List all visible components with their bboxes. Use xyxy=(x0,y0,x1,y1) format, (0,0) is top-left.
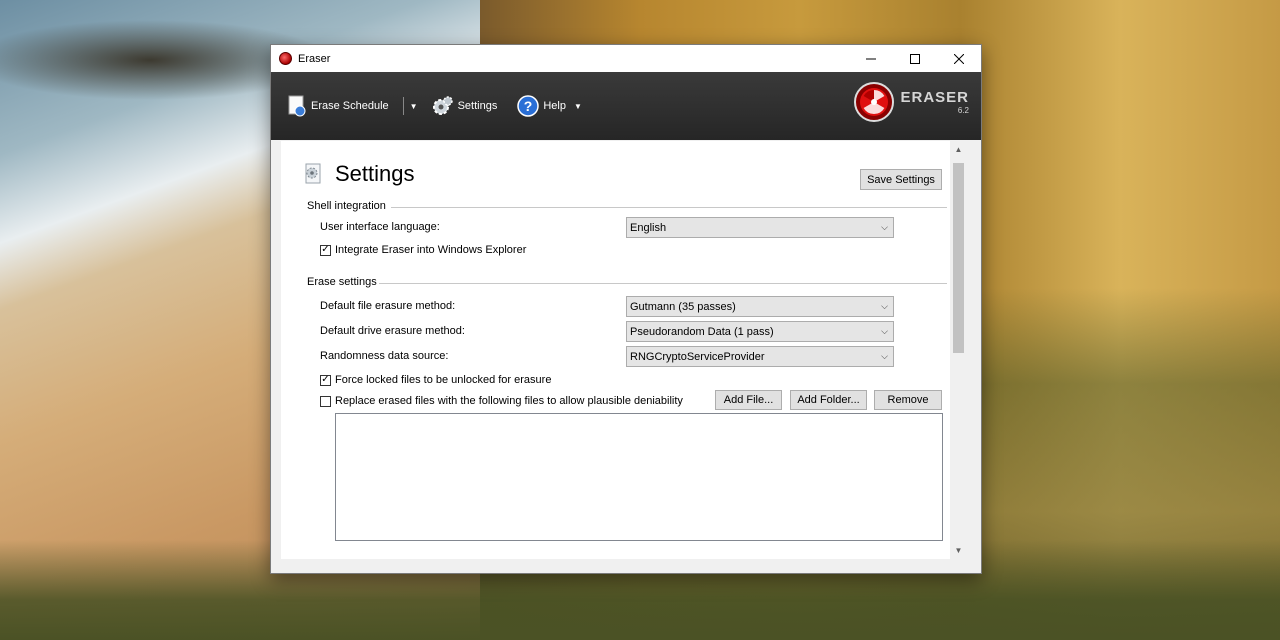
schedule-document-icon xyxy=(287,95,307,117)
remove-button[interactable]: Remove xyxy=(874,390,942,410)
brand-name: ERASER xyxy=(900,88,969,106)
add-folder-button[interactable]: Add Folder... xyxy=(790,390,867,410)
drive-method-value: Pseudorandom Data (1 pass) xyxy=(630,325,774,338)
language-label: User interface language: xyxy=(320,221,440,233)
random-source-label: Randomness data source: xyxy=(320,350,449,362)
help-label: Help xyxy=(543,100,566,112)
scroll-thumb[interactable] xyxy=(953,163,964,353)
file-method-select[interactable]: Gutmann (35 passes) ⌵ xyxy=(626,296,894,317)
file-method-label: Default file erasure method: xyxy=(320,300,456,312)
file-method-value: Gutmann (35 passes) xyxy=(630,300,736,313)
window-title: Eraser xyxy=(298,52,331,65)
gears-icon xyxy=(432,95,454,117)
integrate-explorer-row[interactable]: ✓ Integrate Eraser into Windows Explorer xyxy=(320,244,526,256)
help-dropdown-icon[interactable]: ▼ xyxy=(574,102,582,111)
eraser-app-icon xyxy=(279,52,292,65)
shell-integration-heading: Shell integration xyxy=(307,200,386,212)
drive-method-label: Default drive erasure method: xyxy=(320,325,465,337)
integrate-explorer-label: Integrate Eraser into Windows Explorer xyxy=(335,244,527,256)
scroll-down-icon[interactable]: ▼ xyxy=(950,542,967,559)
erase-settings-heading: Erase settings xyxy=(307,276,377,288)
maximize-icon xyxy=(910,53,920,64)
main-toolbar: Erase Schedule ▼ Settings ? Help ▼ ERASE… xyxy=(271,72,981,140)
erase-schedule-label: Erase Schedule xyxy=(311,100,389,112)
title-bar[interactable]: Eraser xyxy=(271,45,981,72)
language-value: English xyxy=(630,221,667,234)
minimize-icon xyxy=(866,58,876,59)
scroll-up-icon[interactable]: ▲ xyxy=(950,141,967,158)
close-icon xyxy=(954,53,964,64)
close-button[interactable] xyxy=(937,45,981,72)
force-unlock-row[interactable]: ✓ Force locked files to be unlocked for … xyxy=(320,374,551,386)
language-select[interactable]: English ⌵ xyxy=(626,217,894,238)
page-title: Settings xyxy=(335,161,415,186)
chevron-down-icon: ⌵ xyxy=(881,222,888,232)
force-unlock-checkbox[interactable]: ✓ xyxy=(320,374,331,386)
replace-files-checkbox[interactable] xyxy=(320,395,331,407)
deniability-files-list[interactable] xyxy=(335,413,943,541)
chevron-down-icon: ⌵ xyxy=(881,326,888,336)
toolbar-separator xyxy=(402,97,404,115)
group-divider xyxy=(379,283,947,284)
vertical-scrollbar[interactable]: ▲ ▼ xyxy=(950,141,967,559)
settings-panel: Settings Save Settings Shell integration… xyxy=(281,141,967,559)
force-unlock-label: Force locked files to be unlocked for er… xyxy=(335,374,552,386)
chevron-down-icon: ⌵ xyxy=(881,301,888,311)
settings-page-icon xyxy=(305,163,321,184)
replace-files-label: Replace erased files with the following … xyxy=(335,395,683,407)
erase-schedule-button[interactable]: Erase Schedule xyxy=(287,95,389,117)
integrate-explorer-checkbox[interactable]: ✓ xyxy=(320,244,331,256)
help-button[interactable]: ? Help xyxy=(517,95,566,117)
random-source-select[interactable]: RNGCryptoServiceProvider ⌵ xyxy=(626,346,894,367)
erase-schedule-dropdown-icon[interactable]: ▼ xyxy=(410,102,418,111)
eraser-logo-icon xyxy=(854,82,895,122)
maximize-button[interactable] xyxy=(893,45,937,72)
help-icon: ? xyxy=(517,95,540,117)
minimize-button[interactable] xyxy=(849,45,893,72)
eraser-window: Eraser Erase Schedule ▼ Settings ? Help … xyxy=(270,44,982,574)
brand-version: 6.2 xyxy=(957,105,969,115)
random-source-value: RNGCryptoServiceProvider xyxy=(630,350,765,363)
page-heading: Settings xyxy=(303,161,415,187)
add-file-button[interactable]: Add File... xyxy=(715,390,782,410)
settings-label: Settings xyxy=(457,100,498,112)
drive-method-select[interactable]: Pseudorandom Data (1 pass) ⌵ xyxy=(626,321,894,342)
svg-text:?: ? xyxy=(524,98,533,114)
eraser-brand: ERASER 6.2 xyxy=(854,82,969,122)
replace-files-row[interactable]: Replace erased files with the following … xyxy=(320,395,683,407)
window-controls xyxy=(849,45,981,72)
group-divider xyxy=(391,207,947,208)
settings-button[interactable]: Settings xyxy=(432,95,498,117)
chevron-down-icon: ⌵ xyxy=(881,351,888,361)
save-settings-button[interactable]: Save Settings xyxy=(860,169,942,190)
